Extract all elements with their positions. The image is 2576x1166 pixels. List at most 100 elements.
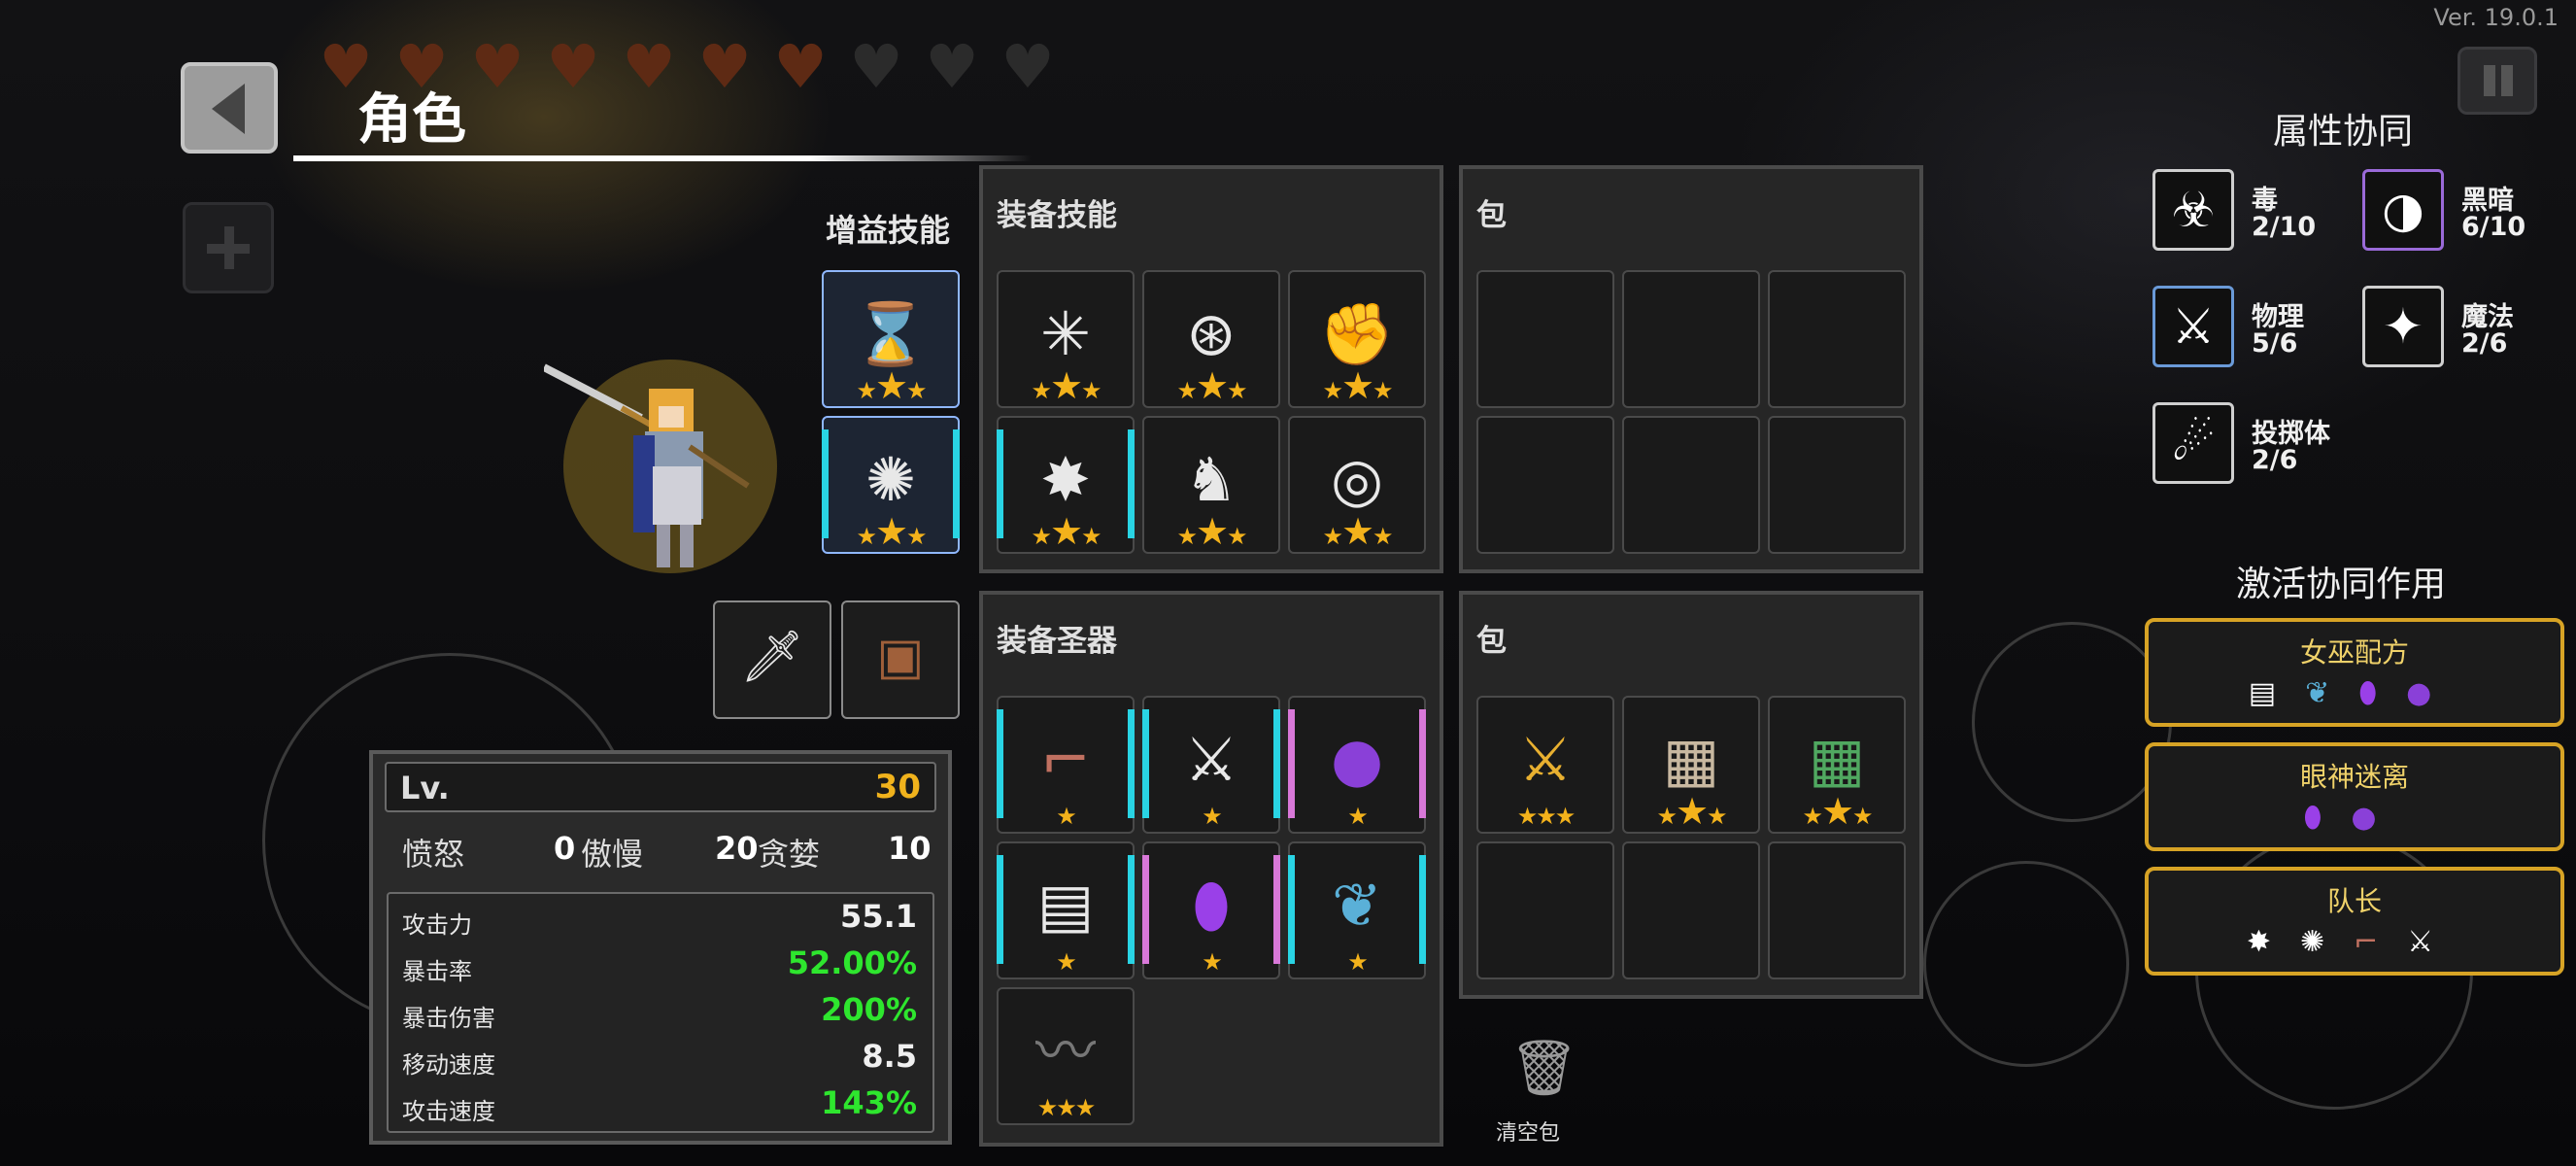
feather-icon: 〰 (1034, 1015, 1096, 1086)
active-synergy-card[interactable]: 女巫配方 ▤❦⬮● (2145, 618, 2564, 727)
version-label: Ver. 19.0.1 (2433, 4, 2559, 31)
buff-skill-slot[interactable]: ✺ ★★★ (822, 416, 960, 554)
heart-empty-icon: ♥ (925, 31, 979, 102)
greed-label: 贪婪 (758, 836, 821, 873)
green-block-icon: ▦ (1808, 724, 1866, 795)
back-button[interactable] (181, 62, 278, 154)
add-button[interactable] (183, 202, 274, 293)
bag-bottom-title: 包 (1476, 624, 1507, 659)
page-title: 角色 (357, 88, 466, 152)
bag-slot[interactable] (1622, 841, 1760, 979)
chest-slot[interactable]: ▣ (841, 600, 960, 719)
synergy-count: 5/6 (2252, 328, 2298, 359)
clear-bag-label[interactable]: 清空包 (1496, 1115, 1560, 1147)
spiked-eye-icon: ✺ (2299, 925, 2355, 959)
active-synergy-title: 激活协同作用 (2236, 565, 2447, 604)
pride-value: 20 (715, 830, 759, 867)
sins-row: 愤怒 0 傲慢 20 贪婪 10 (373, 830, 948, 873)
bag-slot[interactable]: ▦ ★★★ (1622, 696, 1760, 834)
stat-row: 攻击力 55.1 (402, 898, 917, 939)
bag-top-title: 包 (1476, 198, 1507, 233)
relic-slot[interactable]: ⬮ ★ (1142, 841, 1280, 979)
biohazard-icon[interactable]: ☣ (2152, 169, 2234, 251)
bag-slot[interactable] (1768, 841, 1906, 979)
bag-slot[interactable] (1622, 270, 1760, 408)
synergy-count: 2/6 (2461, 328, 2508, 359)
equip-skill-slot[interactable]: ⊛ ★★★ (1142, 270, 1280, 408)
active-synergy-card[interactable]: 队长 ✸✺⌐⚔ (2145, 867, 2564, 976)
scroll-icon: ▤ (2248, 676, 2306, 710)
equip-skills-title: 装备技能 (997, 198, 1117, 233)
reaper-icon: ♞ (1184, 444, 1238, 515)
level-label: Lv. (400, 770, 450, 806)
stat-row: 暴击伤害 200% (402, 991, 917, 1032)
bag-slot[interactable] (1768, 416, 1906, 554)
heart-icon: ♥ (773, 31, 828, 102)
equip-relics-panel: 装备圣器 ⌐ ★ ⚔ ★ ● ★ ▤ ★ ⬮ ★ ❦ ★ 〰 ★★★ (979, 591, 1443, 1147)
equip-skill-slot[interactable]: ✊ ★★★ (1288, 270, 1426, 408)
ring-orbit-icon: ◎ (1330, 444, 1384, 515)
relic-slot[interactable]: ⚔ ★ (1142, 696, 1280, 834)
active-synergy-name: 队长 (2326, 885, 2382, 917)
star-rating: ★★★ (856, 510, 927, 553)
hourglass-up-icon: ⌛ (853, 298, 929, 369)
level-value: 30 (874, 768, 921, 806)
dash-button-ring (1972, 622, 2172, 822)
mimic-chest-icon: ▣ (876, 628, 925, 686)
equip-relics-title: 装备圣器 (997, 624, 1117, 659)
spiked-eye-icon: ✺ (865, 444, 916, 515)
projectile-icon[interactable]: ☄ (2152, 402, 2234, 484)
heart-icon: ♥ (470, 31, 525, 102)
scroll-icon: ▤ (1036, 870, 1095, 941)
equip-skill-slot[interactable]: ✳ ★★★ (997, 270, 1135, 408)
stone-block-icon: ▦ (1662, 724, 1720, 795)
synergy-item-icons: ▤❦⬮● (2149, 676, 2560, 710)
equip-skill-slot[interactable]: ◎ ★★★ (1288, 416, 1426, 554)
bag-bottom-panel: 包 ⚔ ★★★ ▦ ★★★ ▦ ★★★ (1459, 591, 1923, 999)
heart-icon: ♥ (697, 31, 752, 102)
bag-slot[interactable]: ⚔ ★★★ (1476, 696, 1614, 834)
bag-slot[interactable] (1476, 416, 1614, 554)
relic-slot[interactable]: ▤ ★ (997, 841, 1135, 979)
title-underline (293, 155, 1032, 161)
buff-skill-slot[interactable]: ⌛ ★★★ (822, 270, 960, 408)
bag-slot[interactable]: ▦ ★★★ (1768, 696, 1906, 834)
synergy-item-icons: ⬮● (2149, 801, 2560, 835)
relic-slot[interactable]: 〰 ★★★ (997, 987, 1135, 1125)
pause-button[interactable] (2457, 47, 2537, 115)
bag-slot[interactable] (1476, 270, 1614, 408)
equip-skill-slot[interactable]: ✸ ★★★ (997, 416, 1135, 554)
dark-swirl-icon[interactable]: ◑ (2362, 169, 2444, 251)
active-synergy-name: 女巫配方 (2299, 636, 2409, 669)
sword-icon: 🗡 (739, 628, 804, 686)
synergy-count: 2/10 (2252, 212, 2317, 242)
bag-slot[interactable] (1768, 270, 1906, 408)
level-row: Lv. 30 (385, 762, 936, 812)
relic-slot[interactable]: ❦ ★ (1288, 841, 1426, 979)
bag-slot[interactable] (1476, 841, 1614, 979)
potion-icon: ⬮ (2303, 801, 2352, 835)
crossed-swords-icon: ⚔ (2407, 925, 2463, 959)
mushroom-icon: ❦ (2305, 676, 2359, 710)
trash-icon[interactable]: 🗑 (1509, 1038, 1578, 1100)
stat-row: 移动速度 8.5 (402, 1038, 917, 1079)
sword-icon[interactable]: ⚔ (2152, 286, 2234, 367)
target-burst-icon: ⊛ (1186, 298, 1237, 369)
active-synergy-name: 眼神迷离 (2299, 761, 2409, 793)
bag-slot[interactable] (1622, 416, 1760, 554)
heart-icon: ♥ (622, 31, 676, 102)
relic-slot[interactable]: ⌐ ★ (997, 696, 1135, 834)
weapon-slot[interactable]: 🗡 (713, 600, 831, 719)
equip-skill-slot[interactable]: ♞ ★★★ (1142, 416, 1280, 554)
active-synergy-card[interactable]: 眼神迷离 ⬮● (2145, 742, 2564, 851)
stat-row: 攻击速度 143% (402, 1084, 917, 1125)
magic-star-icon[interactable]: ✦ (2362, 286, 2444, 367)
synergy-count: 6/10 (2461, 212, 2526, 242)
potion-icon: ⬮ (2358, 676, 2407, 710)
relic-slot[interactable]: ● ★ (1288, 696, 1426, 834)
wrath-label: 愤怒 (402, 836, 465, 873)
star-rating: ★★★ (856, 364, 927, 407)
synergy-title: 属性协同 (2273, 112, 2414, 152)
fist-icon: ✊ (1319, 298, 1395, 369)
greed-value: 10 (888, 830, 932, 867)
